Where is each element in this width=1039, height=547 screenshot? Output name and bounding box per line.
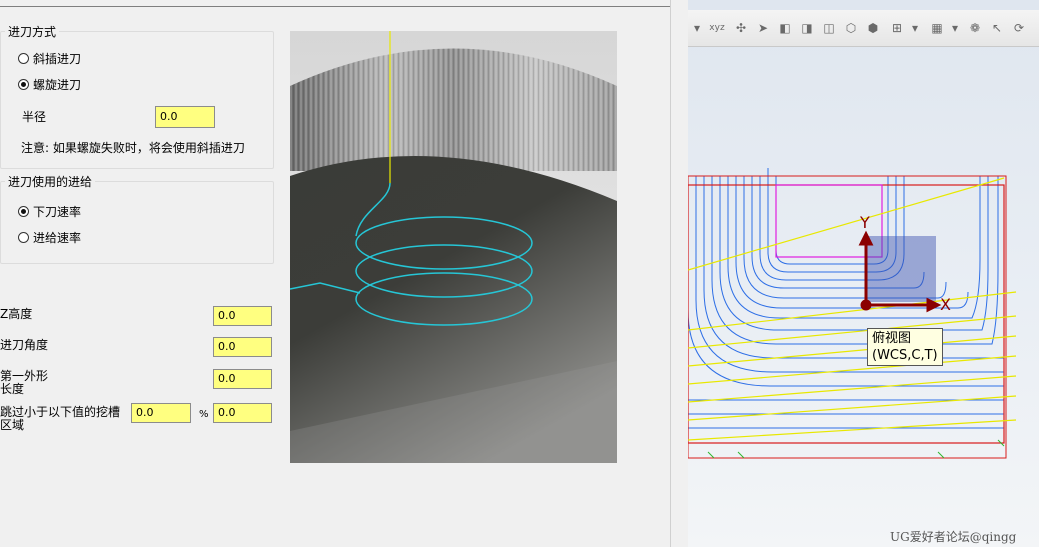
radius-label: 半径: [22, 110, 47, 124]
first-profile-label-line2: 长度: [0, 382, 25, 396]
entry-parameters-dialog: 进刀方式 斜插进刀 螺旋进刀 半径 0.0 注意: 如果螺旋失败时，将会使用斜插…: [0, 0, 671, 547]
first-profile-length-field[interactable]: 0.0: [213, 369, 272, 389]
axis-x-label: X: [940, 295, 951, 314]
separator-line: [0, 6, 671, 7]
view-name: 俯视图: [872, 331, 912, 346]
entry-feed-title: 进刀使用的进给: [5, 175, 96, 189]
entry-feed-group: [0, 181, 274, 264]
entry-angle-label: 进刀角度: [0, 338, 49, 352]
feed-rate-label: 进给速率: [33, 230, 82, 245]
ramp-entry-radio-dot[interactable]: [18, 52, 29, 64]
feed-rate-radio[interactable]: 进给速率: [18, 229, 81, 245]
feed-rate-radio-dot[interactable]: [18, 231, 29, 243]
helix-entry-label: 螺旋进刀: [33, 77, 82, 92]
view-plane-info: (WCS,C,T): [872, 348, 938, 363]
z-height-label: Z高度: [0, 307, 33, 321]
forum-watermark: UG爱好者论坛@qingg: [890, 530, 1017, 544]
plunge-rate-label: 下刀速率: [33, 204, 82, 219]
axis-y-label: Y: [860, 213, 870, 232]
helix-entry-radio[interactable]: 螺旋进刀: [18, 76, 81, 92]
view-tooltip: 俯视图 (WCS,C,T): [867, 328, 943, 366]
skip-pocket-field[interactable]: 0.0: [131, 403, 191, 423]
radius-field[interactable]: 0.0: [155, 106, 215, 128]
plunge-rate-radio-dot[interactable]: [18, 205, 29, 217]
entry-angle-field[interactable]: 0.0: [213, 337, 272, 357]
splitter[interactable]: [671, 0, 688, 547]
ramp-entry-radio[interactable]: 斜插进刀: [18, 50, 81, 66]
percent-unit: %: [199, 409, 209, 420]
helix-entry-radio-dot[interactable]: [18, 78, 29, 90]
cad-viewport[interactable]: ▾ xyz ✣ ➤ ◧ ◨ ◫ ⬡ ⬢ ⊞ ▾ ▦ ▾ ❁ ↖ ⟳ Y X: [688, 0, 1039, 547]
helix-entry-preview: [290, 31, 617, 463]
skip-pocket-percent-field[interactable]: 0.0: [213, 403, 272, 423]
toolpath-graphics: [688, 168, 1017, 459]
helix-fail-note: 注意: 如果螺旋失败时，将会使用斜插进刀: [21, 141, 245, 155]
skip-pocket-label-line2: 区域: [0, 418, 25, 432]
z-height-field[interactable]: 0.0: [213, 306, 272, 326]
approach-method-title: 进刀方式: [5, 25, 60, 39]
plunge-rate-radio[interactable]: 下刀速率: [18, 203, 81, 219]
ramp-entry-label: 斜插进刀: [33, 51, 82, 66]
